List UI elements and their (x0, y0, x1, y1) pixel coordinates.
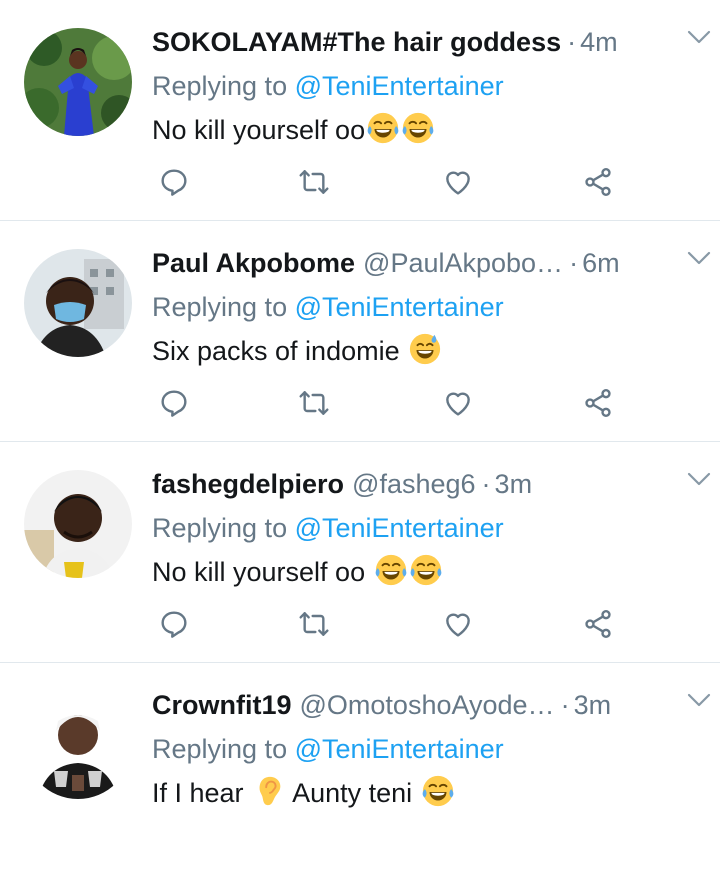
tweet[interactable]: SOKOLAYAM#The hair goddess · 4m Replying… (0, 0, 720, 221)
reply-icon (158, 166, 190, 198)
share-button[interactable] (576, 160, 620, 204)
tweet[interactable]: Crownfit19 @OmotoshoAyode… · 3m Replying… (0, 663, 720, 883)
mention-link[interactable]: @TeniEntertainer (295, 71, 504, 101)
like-button[interactable] (436, 160, 480, 204)
retweet-icon (298, 608, 330, 640)
mention-link[interactable]: @TeniEntertainer (295, 513, 504, 543)
reply-button[interactable] (152, 381, 196, 425)
tweet-body: Six packs of indomie (152, 336, 408, 366)
timestamp[interactable]: 3m (495, 469, 533, 500)
like-button[interactable] (436, 381, 480, 425)
share-icon (582, 387, 614, 419)
display-name[interactable]: Paul Akpobome (152, 248, 355, 279)
retweet-button[interactable] (292, 160, 336, 204)
timestamp[interactable]: 6m (582, 248, 620, 279)
reply-icon (158, 387, 190, 419)
tweet-body: No kill yourself oo (152, 557, 373, 587)
like-icon (442, 608, 474, 640)
avatar[interactable] (24, 470, 132, 578)
ear-emoji (252, 774, 286, 808)
tears-of-joy-emoji (409, 553, 443, 587)
replying-prefix: Replying to (152, 292, 295, 322)
share-icon (582, 166, 614, 198)
avatar[interactable] (24, 249, 132, 357)
username[interactable]: @PaulAkpobo… (363, 248, 563, 279)
tweet-body-end: Aunty teni (286, 778, 420, 808)
replying-prefix: Replying to (152, 734, 295, 764)
avatar[interactable] (24, 691, 132, 799)
tears-of-joy-emoji (366, 111, 400, 145)
like-icon (442, 166, 474, 198)
replying-to: Replying to @TeniEntertainer (152, 287, 700, 327)
tears-of-joy-emoji (401, 111, 435, 145)
reply-icon (158, 608, 190, 640)
tweet-text: No kill yourself oo (152, 550, 700, 594)
tweet-text: Six packs of indomie (152, 329, 700, 373)
mention-link[interactable]: @TeniEntertainer (295, 292, 504, 322)
share-icon (582, 608, 614, 640)
action-bar (152, 160, 622, 204)
replying-to: Replying to @TeniEntertainer (152, 508, 700, 548)
timestamp[interactable]: 4m (580, 27, 618, 58)
display-name[interactable]: SOKOLAYAM#The hair goddess (152, 27, 561, 58)
tweet[interactable]: fashegdelpiero @fasheg6 · 3m Replying to… (0, 442, 720, 663)
tears-of-joy-emoji (421, 774, 455, 808)
tweet-text: If I hear Aunty teni (152, 771, 700, 815)
action-bar (152, 602, 622, 646)
separator-dot: · (481, 468, 491, 499)
tears-of-joy-emoji (374, 553, 408, 587)
grinning-sweat-emoji (408, 332, 442, 366)
retweet-icon (298, 387, 330, 419)
replying-to: Replying to @TeniEntertainer (152, 66, 700, 106)
avatar[interactable] (24, 28, 132, 136)
reply-button[interactable] (152, 160, 196, 204)
username[interactable]: @OmotoshoAyode… (300, 690, 555, 721)
tweet-body: No kill yourself oo (152, 115, 366, 145)
separator-dot: · (569, 247, 579, 278)
action-bar (152, 381, 622, 425)
chevron-down-icon[interactable] (686, 249, 712, 267)
tweet-body-start: If I hear (152, 778, 252, 808)
retweet-icon (298, 166, 330, 198)
display-name[interactable]: fashegdelpiero (152, 469, 344, 500)
chevron-down-icon[interactable] (686, 28, 712, 46)
like-icon (442, 387, 474, 419)
retweet-button[interactable] (292, 602, 336, 646)
retweet-button[interactable] (292, 381, 336, 425)
like-button[interactable] (436, 602, 480, 646)
tweet-text: No kill yourself oo (152, 108, 700, 152)
tweet-feed: SOKOLAYAM#The hair goddess · 4m Replying… (0, 0, 720, 883)
mention-link[interactable]: @TeniEntertainer (295, 734, 504, 764)
tweet[interactable]: Paul Akpobome @PaulAkpobo… · 6m Replying… (0, 221, 720, 442)
username[interactable]: @fasheg6 (352, 469, 476, 500)
timestamp[interactable]: 3m (574, 690, 612, 721)
separator-dot: · (567, 26, 577, 57)
chevron-down-icon[interactable] (686, 470, 712, 488)
share-button[interactable] (576, 381, 620, 425)
separator-dot: · (560, 689, 570, 720)
display-name[interactable]: Crownfit19 (152, 690, 292, 721)
replying-to: Replying to @TeniEntertainer (152, 729, 700, 769)
replying-prefix: Replying to (152, 513, 295, 543)
replying-prefix: Replying to (152, 71, 295, 101)
share-button[interactable] (576, 602, 620, 646)
reply-button[interactable] (152, 602, 196, 646)
chevron-down-icon[interactable] (686, 691, 712, 709)
